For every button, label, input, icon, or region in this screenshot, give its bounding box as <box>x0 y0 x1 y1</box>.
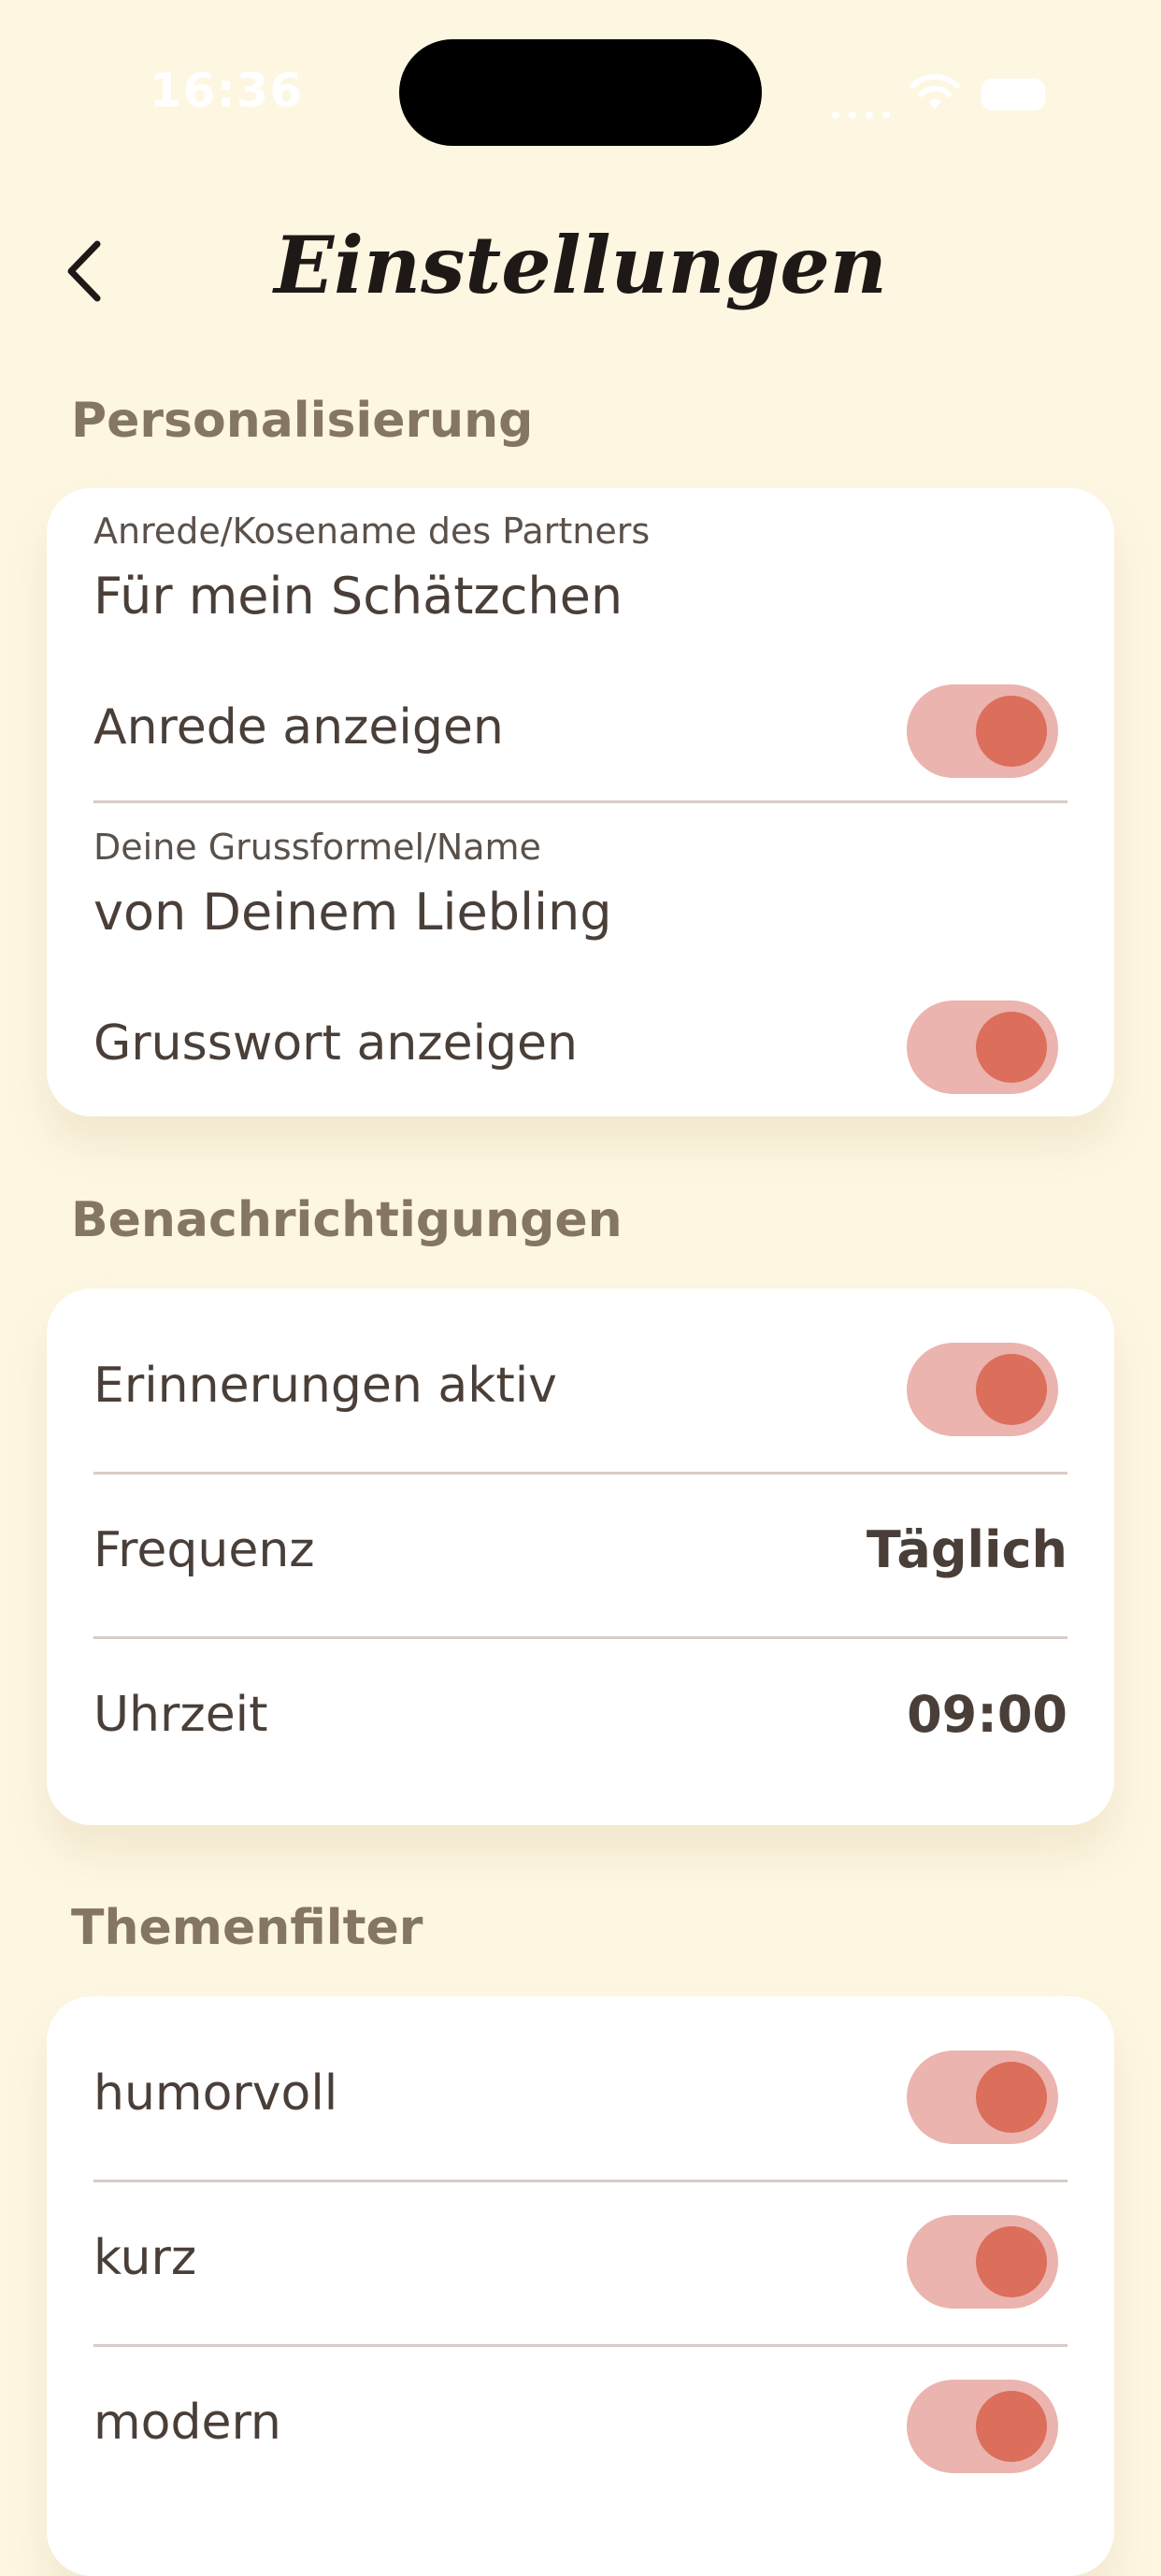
show-salutation-toggle[interactable] <box>907 684 1058 778</box>
topic-toggle-kurz[interactable] <box>907 2215 1058 2309</box>
time-value[interactable]: 09:00 <box>907 1685 1068 1744</box>
section-title-topics: Themenfilter <box>71 1900 423 1956</box>
divider <box>93 1472 1068 1475</box>
status-bar: 16:36 <box>0 0 1161 178</box>
show-greeting-label: Grusswort anzeigen <box>93 1015 578 1072</box>
section-title-personalization: Personalisierung <box>71 393 534 449</box>
section-title-notifications: Benachrichtigungen <box>71 1192 623 1248</box>
personalization-card: Anrede/Kosename des Partners Für mein Sc… <box>47 488 1114 1116</box>
frequency-value[interactable]: Täglich <box>867 1520 1068 1579</box>
navigation-bar: Einstellungen <box>0 206 1161 337</box>
topic-label-modern: modern <box>93 2395 281 2451</box>
partner-name-input[interactable]: Für mein Schätzchen <box>93 567 623 626</box>
topic-toggle-modern[interactable] <box>907 2380 1058 2473</box>
dynamic-island <box>399 39 762 146</box>
status-time: 16:36 <box>150 64 304 118</box>
topic-label-kurz: kurz <box>93 2230 197 2286</box>
greeting-label: Deine Grussformel/Name <box>93 827 541 868</box>
page-title: Einstellungen <box>274 219 887 311</box>
status-icons <box>832 65 1056 122</box>
frequency-label: Frequenz <box>93 1522 315 1578</box>
greeting-input[interactable]: von Deinem Liebling <box>93 883 612 942</box>
time-label: Uhrzeit <box>93 1687 268 1743</box>
show-greeting-toggle[interactable] <box>907 1000 1058 1094</box>
notifications-card: Erinnerungen aktiv Frequenz Täglich Uhrz… <box>47 1288 1114 1825</box>
partner-name-label: Anrede/Kosename des Partners <box>93 511 651 552</box>
divider <box>93 800 1068 803</box>
battery-icon <box>982 79 1045 110</box>
reminders-label: Erinnerungen aktiv <box>93 1358 557 1414</box>
reminders-toggle[interactable] <box>907 1343 1058 1436</box>
topic-toggle-humorvoll[interactable] <box>907 2051 1058 2144</box>
divider <box>93 2180 1068 2182</box>
divider <box>93 2344 1068 2347</box>
topics-card: humorvoll kurz modern <box>47 1996 1114 2576</box>
wifi-icon <box>910 74 960 109</box>
show-salutation-label: Anrede anzeigen <box>93 699 504 756</box>
cellular-signal-icon <box>832 105 899 122</box>
topic-label-humorvoll: humorvoll <box>93 2065 338 2122</box>
divider <box>93 1636 1068 1639</box>
